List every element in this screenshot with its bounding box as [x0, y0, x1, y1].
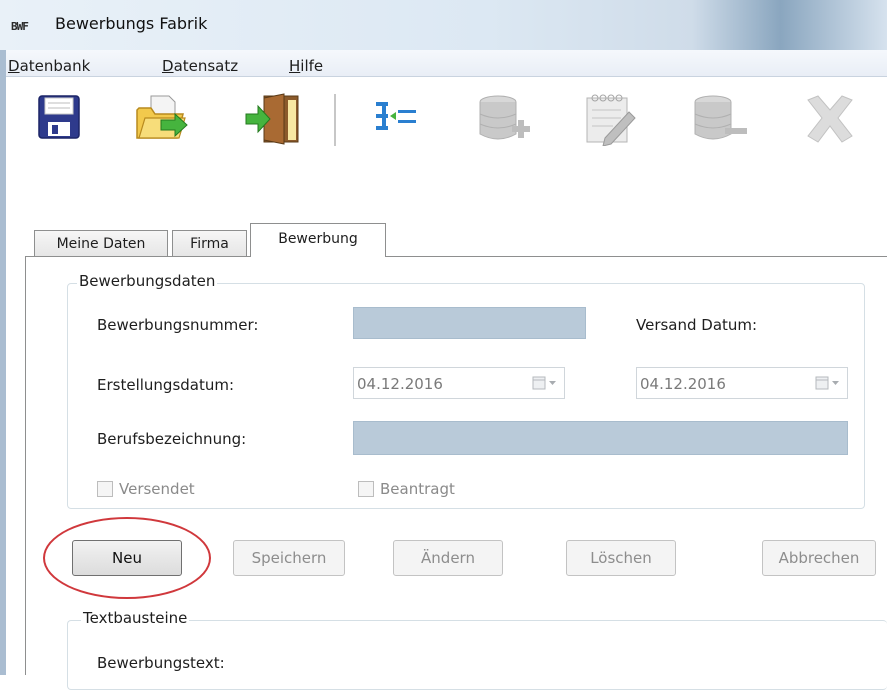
edit-record-button[interactable]	[583, 92, 637, 147]
menu-datenbank-label: atenbank	[19, 57, 91, 75]
open-folder-icon	[136, 95, 188, 139]
bewerbungsnummer-label: Bewerbungsnummer:	[97, 316, 259, 334]
open-button[interactable]	[133, 92, 188, 146]
bewerbungsnummer-field[interactable]	[353, 307, 586, 339]
menu-hilfe[interactable]: Hilfe	[289, 57, 323, 75]
menu-hilfe-mnemonic: H	[289, 57, 301, 75]
erstellungsdatum-label: Erstellungsdatum:	[97, 376, 235, 394]
tab-meine-daten[interactable]: Meine Daten	[34, 230, 168, 256]
loeschen-button[interactable]: Löschen	[566, 540, 676, 576]
indent-icon	[376, 102, 416, 130]
database-add-icon	[479, 95, 530, 140]
calendar-dropdown-icon[interactable]	[815, 376, 841, 390]
menu-datensatz-label: atensatz	[173, 57, 239, 75]
bewerbungstext-label: Bewerbungstext:	[97, 654, 225, 672]
versand-datum-picker[interactable]: 04.12.2016	[636, 367, 848, 399]
beantragt-label: Beantragt	[380, 480, 455, 498]
database-remove-icon	[694, 95, 747, 140]
indent-button[interactable]	[372, 92, 426, 146]
menu-datensatz[interactable]: Datensatz	[162, 57, 238, 75]
versand-datum-value: 04.12.2016	[640, 375, 726, 393]
add-record-button[interactable]	[476, 92, 530, 146]
menu-datensatz-mnemonic: D	[162, 57, 174, 75]
remove-record-button[interactable]	[691, 92, 747, 146]
tab-bewerbung[interactable]: Bewerbung	[250, 223, 386, 257]
abbrechen-button[interactable]: Abbrechen	[762, 540, 876, 576]
exit-button[interactable]	[244, 92, 299, 146]
berufsbezeichnung-label: Berufsbezeichnung:	[97, 430, 247, 448]
menu-bar: Datenbank Datensatz Hilfe	[6, 50, 887, 77]
menu-datenbank[interactable]: Datenbank	[8, 57, 90, 75]
neu-button[interactable]: Neu	[72, 540, 182, 576]
versendet-label: Versendet	[119, 480, 195, 498]
speichern-button[interactable]: Speichern	[233, 540, 345, 576]
tab-firma[interactable]: Firma	[172, 230, 247, 256]
window-title: Bewerbungs Fabrik	[55, 14, 208, 33]
menu-datenbank-mnemonic: D	[8, 57, 20, 75]
title-bar: BWF Bewerbungs Fabrik	[0, 0, 887, 50]
menu-hilfe-label: ilfe	[300, 57, 324, 75]
erstellungsdatum-picker[interactable]: 04.12.2016	[353, 367, 565, 399]
versand-datum-label: Versand Datum:	[636, 316, 758, 334]
notepad-edit-icon	[586, 94, 636, 147]
save-icon	[38, 95, 80, 139]
delete-button[interactable]	[800, 92, 854, 146]
save-button[interactable]	[36, 92, 90, 146]
calendar-dropdown-icon[interactable]	[532, 376, 558, 390]
versendet-checkbox[interactable]	[97, 481, 113, 497]
app-logo-icon: BWF	[11, 20, 29, 33]
erstellungsdatum-value: 04.12.2016	[357, 375, 443, 393]
bewerbungsdaten-group-title: Bewerbungsdaten	[77, 272, 218, 290]
delete-icon	[807, 95, 853, 143]
aendern-button[interactable]: Ändern	[393, 540, 503, 576]
berufsbezeichnung-field[interactable]	[353, 421, 848, 455]
exit-door-icon	[245, 93, 299, 145]
beantragt-checkbox[interactable]	[358, 481, 374, 497]
toolbar-separator	[334, 94, 337, 146]
textbausteine-group-title: Textbausteine	[81, 609, 190, 627]
